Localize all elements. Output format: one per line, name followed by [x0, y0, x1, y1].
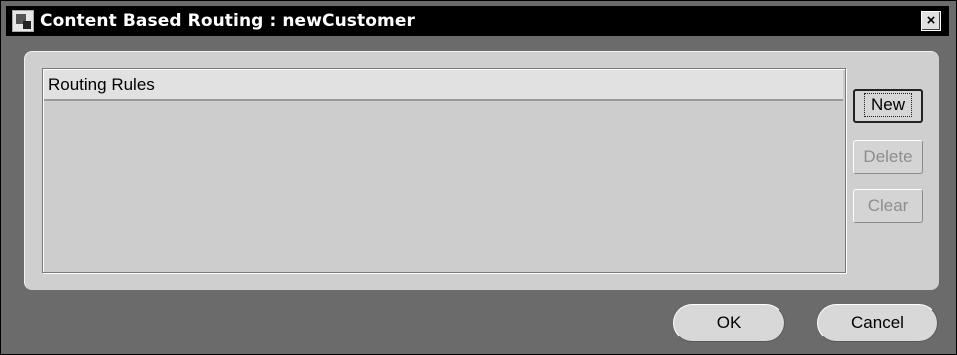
routing-rules-list[interactable]: Routing Rules	[42, 68, 846, 273]
clear-button[interactable]: Clear	[853, 189, 923, 223]
delete-button[interactable]: Delete	[853, 140, 923, 174]
window-title: Content Based Routing : newCustomer	[40, 11, 415, 31]
new-button-label: New	[863, 93, 912, 117]
close-button[interactable]: ×	[921, 11, 941, 31]
app-icon	[12, 10, 34, 32]
routing-rules-header: Routing Rules	[44, 70, 843, 101]
close-icon: ×	[926, 12, 936, 29]
ok-button[interactable]: OK	[673, 304, 785, 342]
new-button[interactable]: New	[853, 89, 923, 123]
cancel-button[interactable]: Cancel	[817, 304, 938, 342]
content-panel: Routing Rules New Delete Clear	[24, 51, 939, 290]
title-bar[interactable]: Content Based Routing : newCustomer ×	[6, 6, 949, 36]
dialog-window: Content Based Routing : newCustomer × Ro…	[0, 0, 957, 355]
